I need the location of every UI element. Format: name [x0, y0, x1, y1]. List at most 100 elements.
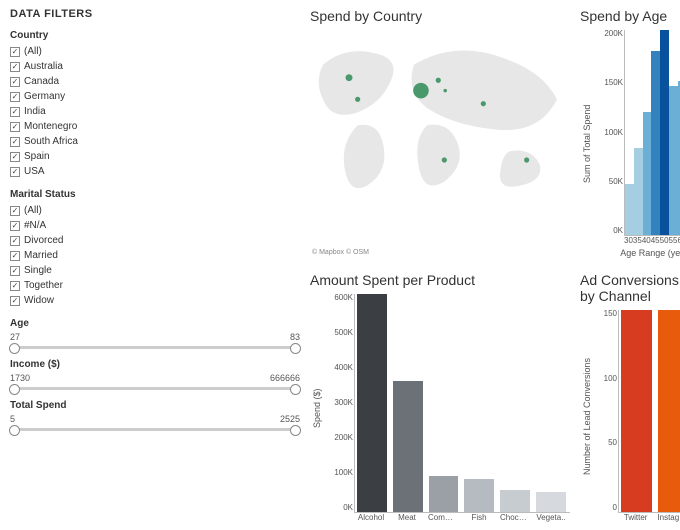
y-tick: 100	[595, 375, 617, 383]
checkbox-label: (All)	[24, 44, 42, 59]
slider-min: 5	[10, 414, 15, 424]
world-map[interactable]	[310, 30, 570, 203]
checkbox-marital[interactable]: Widow	[10, 293, 300, 308]
slider-min: 1730	[10, 373, 30, 383]
bar[interactable]	[464, 479, 494, 512]
slider-min: 27	[10, 332, 20, 342]
bar[interactable]	[621, 310, 652, 512]
checkbox-marital[interactable]: Married	[10, 248, 300, 263]
bar[interactable]	[669, 86, 678, 235]
panel-title: Spend by Age	[580, 8, 680, 24]
checkbox-marital[interactable]: Divorced	[10, 233, 300, 248]
y-tick: 500K	[325, 329, 353, 337]
checkbox-marital[interactable]: #N/A	[10, 218, 300, 233]
age-slider[interactable]: 27 83	[10, 332, 300, 349]
bar[interactable]	[625, 184, 634, 235]
panel-ad-conversions: Ad Conversions by Channel Number of Lead…	[580, 272, 680, 522]
filter-age: Age 27 83	[10, 318, 300, 349]
data-filters-panel: DATA FILTERS Country (All)AustraliaCanad…	[10, 8, 300, 522]
checkbox-marital[interactable]: (All)	[10, 203, 300, 218]
y-tick: 100K	[595, 129, 623, 137]
checkbox-label: (All)	[24, 203, 42, 218]
panel-spend-by-age: Spend by Age Sum of Total Spend 0K50K100…	[580, 8, 680, 258]
map-attribution: © Mapbox © OSM	[312, 249, 369, 256]
bar[interactable]	[658, 310, 680, 512]
y-tick: 50	[595, 439, 617, 447]
checkbox-label: Canada	[24, 74, 59, 89]
checkbox-country[interactable]: Australia	[10, 59, 300, 74]
bar[interactable]	[500, 490, 530, 512]
y-tick: 200K	[595, 30, 623, 38]
bar[interactable]	[357, 294, 387, 512]
checkbox-label: Germany	[24, 89, 65, 104]
checkbox-icon	[10, 77, 20, 87]
checkbox-icon	[10, 221, 20, 231]
checkbox-icon	[10, 236, 20, 246]
bar[interactable]	[536, 492, 566, 512]
y-axis-label: Spend ($)	[310, 294, 324, 522]
panel-title: Ad Conversions by Channel	[580, 272, 680, 304]
x-tick: 30	[624, 236, 633, 245]
checkbox-label: USA	[24, 164, 45, 179]
checkbox-country[interactable]: Canada	[10, 74, 300, 89]
checkbox-icon	[10, 92, 20, 102]
slider-max: 2525	[280, 414, 300, 424]
x-tick: Commo..	[428, 513, 458, 522]
bar[interactable]	[643, 112, 652, 235]
bar[interactable]	[429, 476, 459, 512]
x-tick: Alcohol	[356, 513, 386, 522]
y-tick: 0K	[325, 504, 353, 512]
y-tick: 100K	[325, 469, 353, 477]
filter-title: Marital Status	[10, 189, 300, 200]
y-tick: 0	[595, 504, 617, 512]
checkbox-label: #N/A	[24, 218, 46, 233]
y-axis-label: Sum of Total Spend	[580, 30, 594, 258]
filter-marital: Marital Status (All)#N/ADivorcedMarriedS…	[10, 189, 300, 308]
checkbox-label: Widow	[24, 293, 54, 308]
checkbox-label: Divorced	[24, 233, 63, 248]
x-tick: Chocola..	[500, 513, 530, 522]
bar[interactable]	[651, 51, 660, 236]
bars-age[interactable]: 0K50K100K150K200K	[624, 30, 680, 236]
checkbox-country[interactable]: (All)	[10, 44, 300, 59]
checkbox-icon	[10, 167, 20, 177]
checkbox-marital[interactable]: Single	[10, 263, 300, 278]
bar[interactable]	[634, 148, 643, 235]
bars-product[interactable]: 0K100K200K300K400K500K600K	[354, 294, 570, 513]
checkbox-marital[interactable]: Together	[10, 278, 300, 293]
filter-title: Total Spend	[10, 400, 300, 411]
checkbox-label: South Africa	[24, 134, 78, 149]
checkbox-country[interactable]: Germany	[10, 89, 300, 104]
checkbox-icon	[10, 122, 20, 132]
slider-max: 83	[290, 332, 300, 342]
checkbox-label: India	[24, 104, 46, 119]
filter-title: Country	[10, 30, 300, 41]
checkbox-country[interactable]: India	[10, 104, 300, 119]
map-svg	[310, 30, 570, 203]
checkbox-country[interactable]: USA	[10, 164, 300, 179]
panel-amount-per-product: Amount Spent per Product Spend ($) 0K100…	[310, 272, 570, 522]
x-tick: 50	[660, 236, 669, 245]
y-axis-label: Number of Lead Conversions	[580, 310, 594, 522]
x-tick: 45	[651, 236, 660, 245]
checkbox-country[interactable]: Montenegro	[10, 119, 300, 134]
y-tick: 150	[595, 310, 617, 318]
bars-channel[interactable]: 050100150	[618, 310, 680, 513]
income-slider[interactable]: 1730 666666	[10, 373, 300, 390]
panel-title: Spend by Country	[310, 8, 570, 24]
panel-spend-by-country: Spend by Country	[310, 8, 570, 258]
y-tick: 200K	[325, 434, 353, 442]
x-tick: Vegeta..	[536, 513, 566, 522]
checkbox-icon	[10, 296, 20, 306]
x-tick: 55	[669, 236, 678, 245]
spend-slider[interactable]: 5 2525	[10, 414, 300, 431]
checkbox-country[interactable]: Spain	[10, 149, 300, 164]
bar[interactable]	[393, 381, 423, 512]
bar[interactable]	[660, 30, 669, 235]
panel-title: Amount Spent per Product	[310, 272, 570, 288]
y-tick: 300K	[325, 399, 353, 407]
checkbox-country[interactable]: South Africa	[10, 134, 300, 149]
filter-income: Income ($) 1730 666666	[10, 359, 300, 390]
x-tick: 35	[633, 236, 642, 245]
checkbox-label: Spain	[24, 149, 50, 164]
